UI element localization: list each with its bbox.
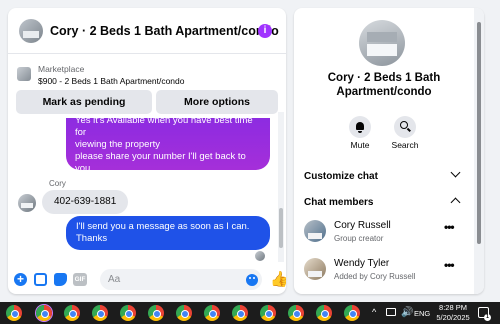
search-label: Search: [391, 140, 419, 150]
conversation-info-panel: Cory · 2 Beds 1 Bath Apartment/condo Mut…: [294, 8, 484, 294]
notification-badge: 1: [484, 314, 491, 321]
chrome-icon[interactable]: [316, 305, 332, 321]
message-line: Thanks: [76, 233, 108, 244]
tray-overflow-icon[interactable]: ^: [372, 307, 376, 317]
like-icon[interactable]: 👍: [270, 270, 286, 288]
more-options-icon[interactable]: •••: [444, 258, 455, 272]
chrome-icon[interactable]: [232, 305, 248, 321]
chat-header: Cory · 2 Beds 1 Bath Apartment/condo i: [8, 8, 286, 54]
taskbar-app-icon[interactable]: [6, 305, 22, 321]
search-icon: [400, 121, 408, 129]
windows-taskbar: ^ 🔊 ENG 8:28 PM 5/20/2025 1: [0, 302, 500, 324]
chrome-icon[interactable]: [148, 305, 164, 321]
chrome-icon[interactable]: [120, 305, 136, 321]
bell-icon: [356, 122, 364, 133]
incoming-message-bubble: 402-639-1881: [42, 190, 129, 214]
clock-date: 5/20/2025: [436, 313, 470, 322]
gif-icon[interactable]: GIF: [73, 273, 87, 286]
clock[interactable]: 8:28 PM 5/20/2025: [433, 303, 473, 323]
member-avatar[interactable]: [304, 220, 326, 242]
message-line: soon: [75, 175, 96, 186]
conversation-title: Cory · 2 Beds 1 Bath Apartment/condo: [302, 72, 466, 99]
chrome-icon[interactable]: [36, 305, 52, 321]
sticker-icon[interactable]: [54, 273, 67, 286]
member-avatar[interactable]: [304, 258, 326, 280]
chat-title[interactable]: Cory · 2 Beds 1 Bath Apartment/condo: [50, 24, 279, 38]
customize-chat-label: Customize chat: [304, 171, 378, 182]
chrome-icon[interactable]: [176, 305, 192, 321]
customize-chat-row[interactable]: Customize chat: [294, 166, 474, 188]
chevron-down-icon: [450, 167, 461, 178]
emoji-icon[interactable]: [246, 274, 258, 286]
more-options-icon[interactable]: •••: [444, 220, 455, 234]
mark-as-pending-button[interactable]: Mark as pending: [16, 90, 152, 114]
message-input[interactable]: Aa: [100, 269, 262, 290]
message-composer: + GIF Aa 👍: [8, 264, 286, 294]
network-icon[interactable]: [386, 308, 396, 316]
chevron-up-icon: [450, 197, 461, 208]
chrome-icon[interactable]: [64, 305, 80, 321]
sender-name: Cory: [49, 179, 66, 188]
chat-panel: Cory · 2 Beds 1 Bath Apartment/condo i M…: [8, 8, 286, 294]
message-line: I'll send you a message as soon as I can…: [76, 221, 250, 232]
plus-icon[interactable]: +: [14, 273, 27, 286]
sender-avatar[interactable]: [18, 194, 36, 212]
clock-time: 8:28 PM: [439, 303, 467, 312]
member-role: Added by Cory Russell: [334, 272, 416, 281]
chrome-icon[interactable]: [260, 305, 276, 321]
mute-label: Mute: [350, 140, 370, 150]
info-scrollbar-thumb[interactable]: [477, 22, 481, 244]
message-list[interactable]: Yes it's Available when you have best ti…: [8, 118, 286, 266]
language-indicator[interactable]: ENG: [414, 309, 430, 318]
volume-icon[interactable]: 🔊: [401, 307, 413, 318]
info-icon[interactable]: i: [258, 24, 272, 38]
listing-avatar[interactable]: [19, 19, 43, 43]
message-line: Yes it's Available when you have best ti…: [75, 118, 253, 138]
seen-receipt-avatar: [255, 251, 265, 261]
listing-price-title[interactable]: $900 - 2 Beds 1 Bath Apartment/condo: [38, 76, 185, 86]
conversation-title-line: Cory · 2 Beds 1 Bath: [327, 72, 441, 84]
chrome-icon[interactable]: [92, 305, 108, 321]
search-button[interactable]: [394, 116, 416, 138]
member-name[interactable]: Wendy Tyler: [334, 258, 389, 269]
message-line: viewing the property: [75, 139, 161, 150]
chat-scrollbar-thumb[interactable]: [279, 208, 283, 248]
chat-members-label: Chat members: [304, 197, 374, 208]
member-role: Group creator: [334, 234, 384, 243]
photo-icon[interactable]: [34, 273, 47, 286]
member-row[interactable]: Cory Russell Group creator •••: [294, 216, 474, 250]
message-line: please share your number I'll get back t…: [75, 151, 246, 174]
chrome-icon[interactable]: [204, 305, 220, 321]
marketplace-label: Marketplace: [38, 64, 85, 74]
outgoing-message-bubble: I'll send you a message as soon as I can…: [66, 216, 270, 250]
mute-button[interactable]: [349, 116, 371, 138]
member-row[interactable]: Wendy Tyler Added by Cory Russell •••: [294, 254, 474, 288]
outgoing-message-bubble: Yes it's Available when you have best ti…: [66, 118, 270, 186]
listing-thumbnail[interactable]: [17, 67, 31, 81]
chrome-icon[interactable]: [288, 305, 304, 321]
conversation-title-line: Apartment/condo: [336, 85, 432, 98]
member-name[interactable]: Cory Russell: [334, 220, 391, 231]
chrome-icon[interactable]: [344, 305, 360, 321]
conversation-avatar[interactable]: [359, 20, 405, 66]
more-options-button[interactable]: More options: [156, 90, 278, 114]
chat-members-row[interactable]: Chat members: [294, 192, 474, 214]
